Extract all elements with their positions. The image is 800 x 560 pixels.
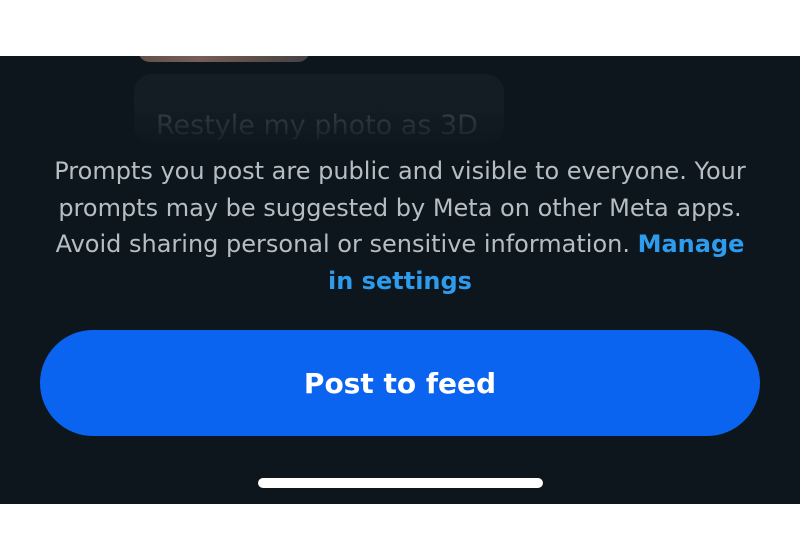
suggestion-chip-label: Restyle my photo as 3D	[156, 110, 478, 141]
post-to-feed-label: Post to feed	[303, 366, 497, 400]
post-to-feed-button[interactable]: Post to feed	[40, 330, 760, 436]
suggestion-chip[interactable]: Restyle my photo as 3D	[134, 74, 504, 144]
photo-thumbnail[interactable]	[138, 56, 310, 62]
post-prompt-sheet: Restyle my photo as 3D Prompts you post …	[0, 56, 800, 504]
home-indicator[interactable]	[258, 478, 543, 488]
privacy-disclaimer: Prompts you post are public and visible …	[50, 153, 750, 299]
